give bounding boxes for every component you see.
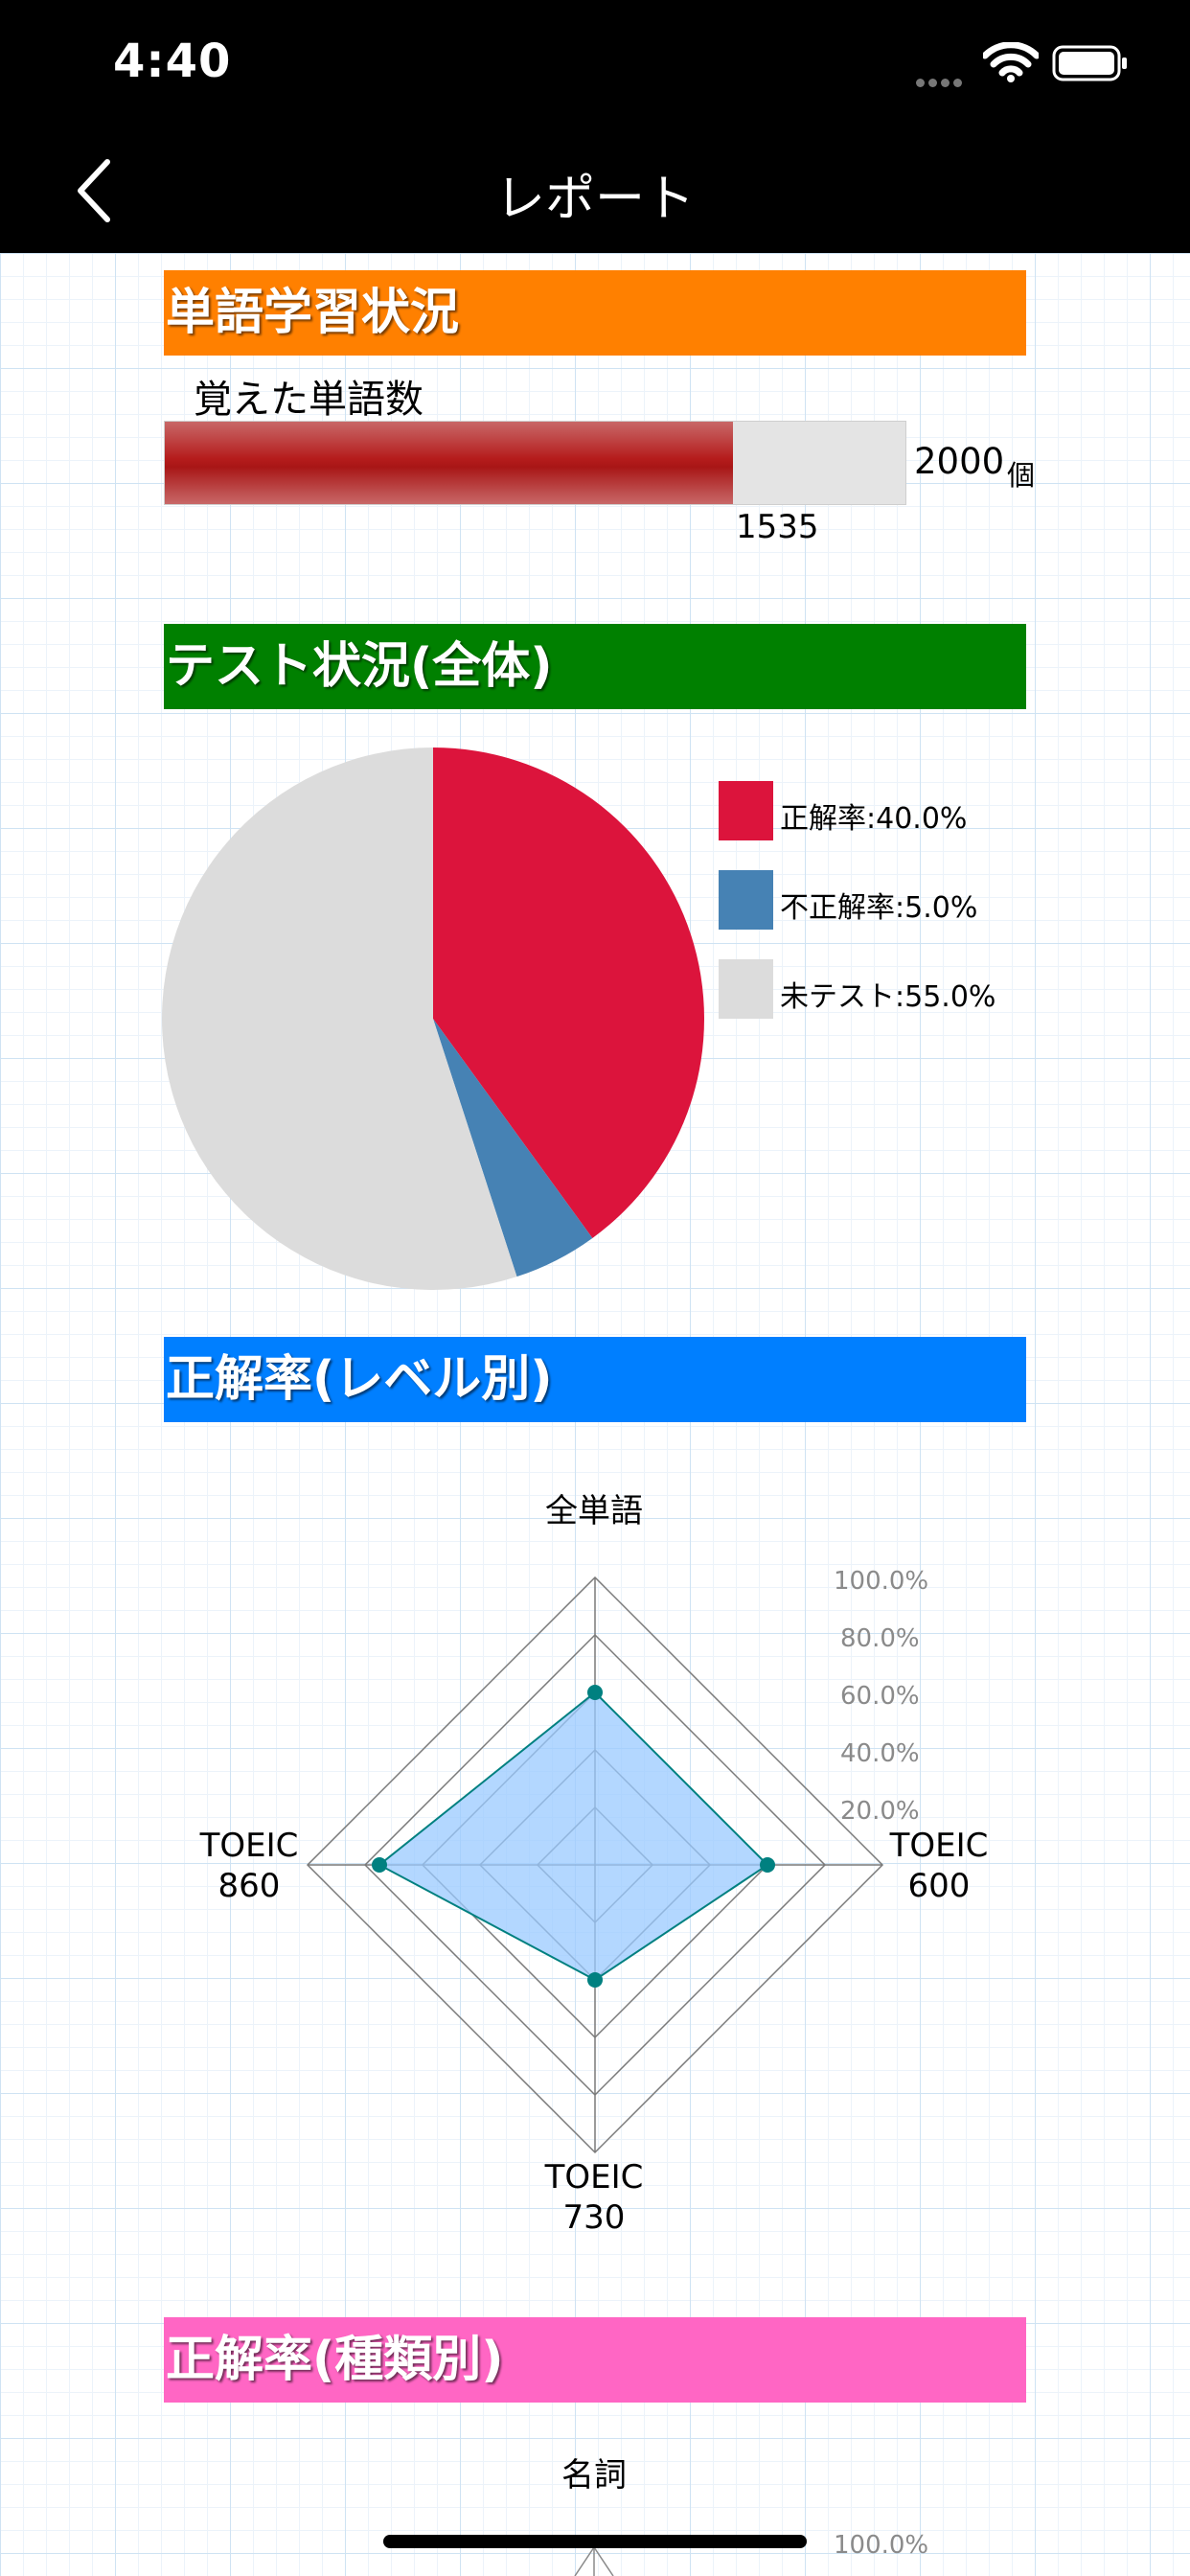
pie-slice-incorrect <box>433 1019 593 1277</box>
radar-axis-label-all-words: 全単語 <box>545 1492 643 1530</box>
progress-fill <box>165 422 734 504</box>
radar-data-area <box>378 1690 769 1982</box>
legend-swatch-untested <box>719 959 773 1019</box>
radar-axis-label-noun: 名詞 <box>561 2456 627 2495</box>
radar-grid-ring <box>421 1690 769 2039</box>
radar-grid-ring <box>306 1576 884 2154</box>
radar-grid-ring <box>536 1806 654 1924</box>
total-words-count: 2000 <box>914 441 1005 482</box>
count-unit: 個 <box>1007 459 1036 492</box>
learned-words-label: 覚えた単語数 <box>194 378 423 422</box>
learned-words-count: 1535 <box>736 508 819 546</box>
signal-icon <box>916 73 966 91</box>
wifi-icon <box>983 42 1039 82</box>
learned-words-progress-bar <box>164 421 906 505</box>
legend-label-untested: 未テスト:55.0% <box>780 980 996 1014</box>
vocab-section-header: 単語学習状況 <box>164 270 1026 356</box>
radar-data-point <box>587 1972 603 1988</box>
legend-label-correct: 正解率:40.0% <box>780 802 968 836</box>
navigation-bar: レポート <box>0 129 1190 253</box>
status-bar: 4:40 <box>0 0 1190 129</box>
radar-tick-label: 100.0% <box>834 2531 929 2560</box>
radar-axis-label-toeic-730: TOEIC 730 <box>544 2158 644 2237</box>
legend-swatch-correct <box>719 781 773 840</box>
radar-data-point <box>372 1857 387 1873</box>
radar-tick-label: 40.0% <box>840 1739 920 1768</box>
test-section-header: テスト状況(全体) <box>164 624 1026 709</box>
battery-icon <box>1052 45 1127 81</box>
legend-swatch-incorrect <box>719 870 773 930</box>
status-time: 4:40 <box>113 34 232 88</box>
page-title: レポート <box>494 171 695 228</box>
radar-data-point <box>760 1857 775 1873</box>
legend-label-incorrect: 不正解率:5.0% <box>780 891 978 925</box>
radar-grid-ring <box>478 1748 712 1982</box>
radar-tick-label: 20.0% <box>840 1797 920 1826</box>
radar-axis-label-toeic-860: TOEIC 860 <box>199 1827 299 1905</box>
home-indicator <box>383 2535 807 2548</box>
radar-axis-label-toeic-600: TOEIC 600 <box>889 1827 989 1905</box>
level-section-header: 正解率(レベル別) <box>164 1337 1026 1422</box>
radar-tick-label: 100.0% <box>834 1567 929 1596</box>
pie-slice-correct <box>433 748 704 1238</box>
radar-tick-label: 60.0% <box>840 1682 920 1711</box>
radar-grid-ring <box>363 1633 827 2097</box>
radar-data-point <box>587 1685 603 1700</box>
radar-tick-label: 80.0% <box>840 1624 920 1653</box>
pie-slice-untested <box>162 748 517 1291</box>
kind-section-header: 正解率(種類別) <box>164 2317 1026 2403</box>
